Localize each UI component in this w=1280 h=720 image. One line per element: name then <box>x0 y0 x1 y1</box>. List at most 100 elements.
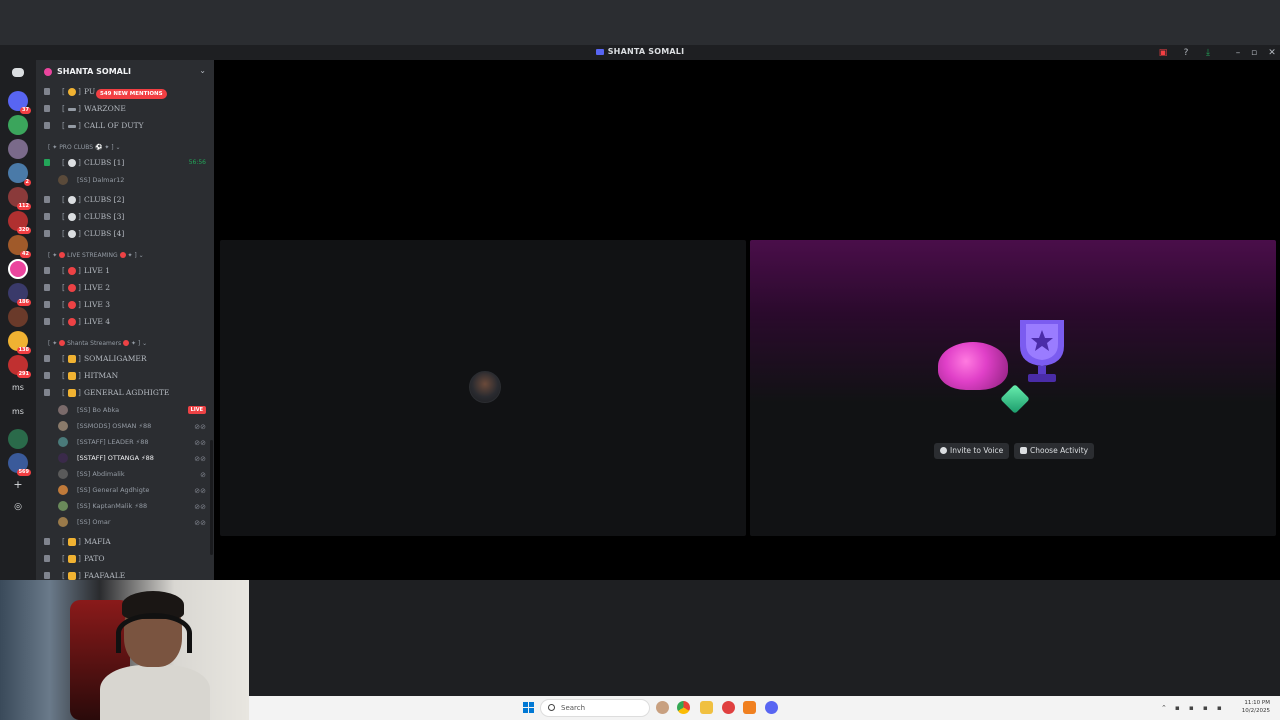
category-pro-clubs[interactable]: [ ✦ PRO CLUBS ⚽ ✦ ] ⌄ <box>48 143 121 153</box>
lock-icon <box>44 284 50 291</box>
server-icon[interactable] <box>8 139 28 159</box>
server-icon[interactable]: 138 <box>8 331 31 354</box>
server-icon[interactable]: 291 <box>8 355 31 378</box>
download-icon[interactable]: ⤓ <box>1202 47 1214 59</box>
voice-channel-row[interactable]: [] PATO <box>36 552 214 566</box>
voice-channel-row[interactable]: [] LIVE 2 <box>36 281 214 295</box>
voice-channel-row[interactable]: [] SOMALIGAMER <box>36 352 214 366</box>
chrome-icon[interactable] <box>677 701 690 714</box>
voice-channel-row[interactable]: [] LIVE 4 <box>36 315 214 329</box>
taskbar-search[interactable]: Search <box>540 699 650 717</box>
server-icon[interactable] <box>8 115 28 135</box>
avatar <box>58 469 68 479</box>
voice-member[interactable]: [SS] Omar ⊘⊘ <box>36 514 214 530</box>
lock-icon <box>44 355 50 362</box>
server-icon[interactable] <box>8 307 28 327</box>
discord-icon[interactable] <box>765 701 778 714</box>
voice-channel-row[interactable]: [] LIVE 3 <box>36 298 214 312</box>
channel-name: LIVE 3 <box>84 300 110 309</box>
channel-list-scrollbar[interactable] <box>210 440 213 555</box>
speaker-icon <box>595 48 604 55</box>
voice-channel-row[interactable]: [] MAFIA <box>36 535 214 549</box>
participant-tile[interactable] <box>220 240 746 536</box>
category-live-streaming[interactable]: [ ✦ LIVE STREAMING ✦ ] ⌄ <box>48 251 144 261</box>
red-circle-icon <box>68 318 76 326</box>
voice-channel-row[interactable]: [] LIVE 1 <box>36 264 214 278</box>
inbox-icon[interactable]: ▣ <box>1157 47 1169 59</box>
gamepad-icon <box>1020 447 1027 454</box>
server-icon[interactable]: 569 <box>8 453 31 476</box>
red-dot-icon <box>119 252 126 258</box>
gun-icon <box>68 108 76 111</box>
soccer-ball-icon <box>68 159 76 167</box>
voice-member[interactable]: [SS] Abdimalik ⊘ <box>36 466 214 482</box>
help-icon[interactable]: ? <box>1180 47 1192 59</box>
voice-member[interactable]: [SS] Bo Abka LIVE <box>36 402 214 418</box>
new-mentions-pill[interactable]: 549 NEW MENTIONS <box>96 89 167 99</box>
server-icon[interactable]: 37 <box>8 91 31 114</box>
lock-icon <box>44 88 50 95</box>
soccer-ball-icon <box>68 230 76 238</box>
webcam-overlay <box>0 580 249 720</box>
add-server-icon[interactable]: + <box>8 478 28 491</box>
voice-member[interactable]: [SS] Dalmar12 <box>36 172 214 188</box>
windows-start-icon[interactable] <box>523 702 534 713</box>
channel-row[interactable]: [] CALL OF DUTY <box>36 119 214 133</box>
server-icon-ms[interactable]: ms <box>8 383 28 392</box>
channel-name: PU <box>84 87 96 96</box>
call-duration: 56:56 <box>188 159 206 166</box>
voice-channel-row[interactable]: [] GENERAL AGDHIGTE <box>36 386 214 400</box>
chevron-down-icon[interactable]: ⌄ <box>199 66 206 75</box>
app-icon[interactable] <box>743 701 756 714</box>
voice-channel-row[interactable]: [] CLUBS [2] <box>36 193 214 207</box>
muted-deafened-icon: ⊘⊘ <box>194 503 206 511</box>
taskbar-clock[interactable]: 11:10 PM 10/2/2025 <box>1242 699 1270 715</box>
channel-name: LIVE 4 <box>84 317 110 326</box>
voice-member[interactable]: [SS] KaptanMalik ⚡88 ⊘⊘ <box>36 498 214 514</box>
voice-channel-row[interactable]: [] HITMAN <box>36 369 214 383</box>
lock-icon <box>44 122 50 129</box>
choose-activity-button[interactable]: Choose Activity <box>1014 443 1095 459</box>
close-button[interactable]: ✕ <box>1266 47 1278 59</box>
lock-emoji-icon <box>68 555 76 563</box>
discover-icon[interactable]: ◎ <box>8 502 28 512</box>
red-dot-icon <box>59 252 66 258</box>
server-icon-ms[interactable]: ms <box>8 407 28 416</box>
channel-row[interactable]: [] WARZONE <box>36 102 214 116</box>
lock-icon <box>44 105 50 112</box>
file-explorer-icon[interactable] <box>700 701 713 714</box>
tray-app-icon[interactable]: ▪ <box>1175 704 1180 712</box>
voice-member[interactable]: [SSMODS] OSMAN ⚡88 ⊘⊘ <box>36 418 214 434</box>
voice-channel-row[interactable]: [] CLUBS [3] <box>36 210 214 224</box>
soccer-ball-icon <box>68 213 76 221</box>
voice-member-hovered[interactable]: [SSTAFF] OTTANGA ⚡88 ⊘⊘ <box>36 450 214 466</box>
discord-home-icon[interactable] <box>8 66 28 80</box>
server-icon[interactable] <box>8 429 28 449</box>
widget-icon[interactable] <box>656 701 669 714</box>
server-icon[interactable]: 186 <box>8 283 31 306</box>
voice-member[interactable]: [SS] General Agdhigte ⊘⊘ <box>36 482 214 498</box>
app-icon[interactable] <box>722 701 735 714</box>
server-icon[interactable]: 112 <box>8 187 31 210</box>
maximize-button[interactable]: ▫ <box>1248 47 1260 59</box>
tray-app-icon[interactable]: ▪ <box>1217 704 1222 712</box>
channel-name: SOMALIGAMER <box>84 354 147 363</box>
tray-app-icon[interactable]: ▪ <box>1189 704 1194 712</box>
tray-chevron-icon[interactable]: ⌃ <box>1161 704 1167 712</box>
voice-member[interactable]: [SSTAFF] LEADER ⚡88 ⊘⊘ <box>36 434 214 450</box>
minimize-button[interactable]: – <box>1232 47 1244 59</box>
server-icon[interactable]: 2 <box>8 163 31 186</box>
server-header[interactable]: SHANTA SOMALI ⌄ <box>36 60 214 84</box>
invite-to-voice-button[interactable]: Invite to Voice <box>934 443 1010 459</box>
voice-channel-row[interactable]: [] CLUBS [1] 56:56 <box>36 156 214 170</box>
server-icon[interactable]: 42 <box>8 235 31 258</box>
server-icon-selected[interactable] <box>8 259 28 279</box>
voice-channel-row[interactable]: [] CLUBS [4] <box>36 227 214 241</box>
no-entry-icon <box>59 340 66 346</box>
voice-channel-row[interactable]: [] FAAFAALE <box>36 569 214 580</box>
star-icon <box>68 88 76 96</box>
lock-icon <box>44 555 50 562</box>
server-icon[interactable]: 320 <box>8 211 31 234</box>
category-shanta-streamers[interactable]: [ ✦ Shanta Streamers ✦ ] ⌄ <box>48 339 147 349</box>
tray-app-icon[interactable]: ▪ <box>1203 704 1208 712</box>
